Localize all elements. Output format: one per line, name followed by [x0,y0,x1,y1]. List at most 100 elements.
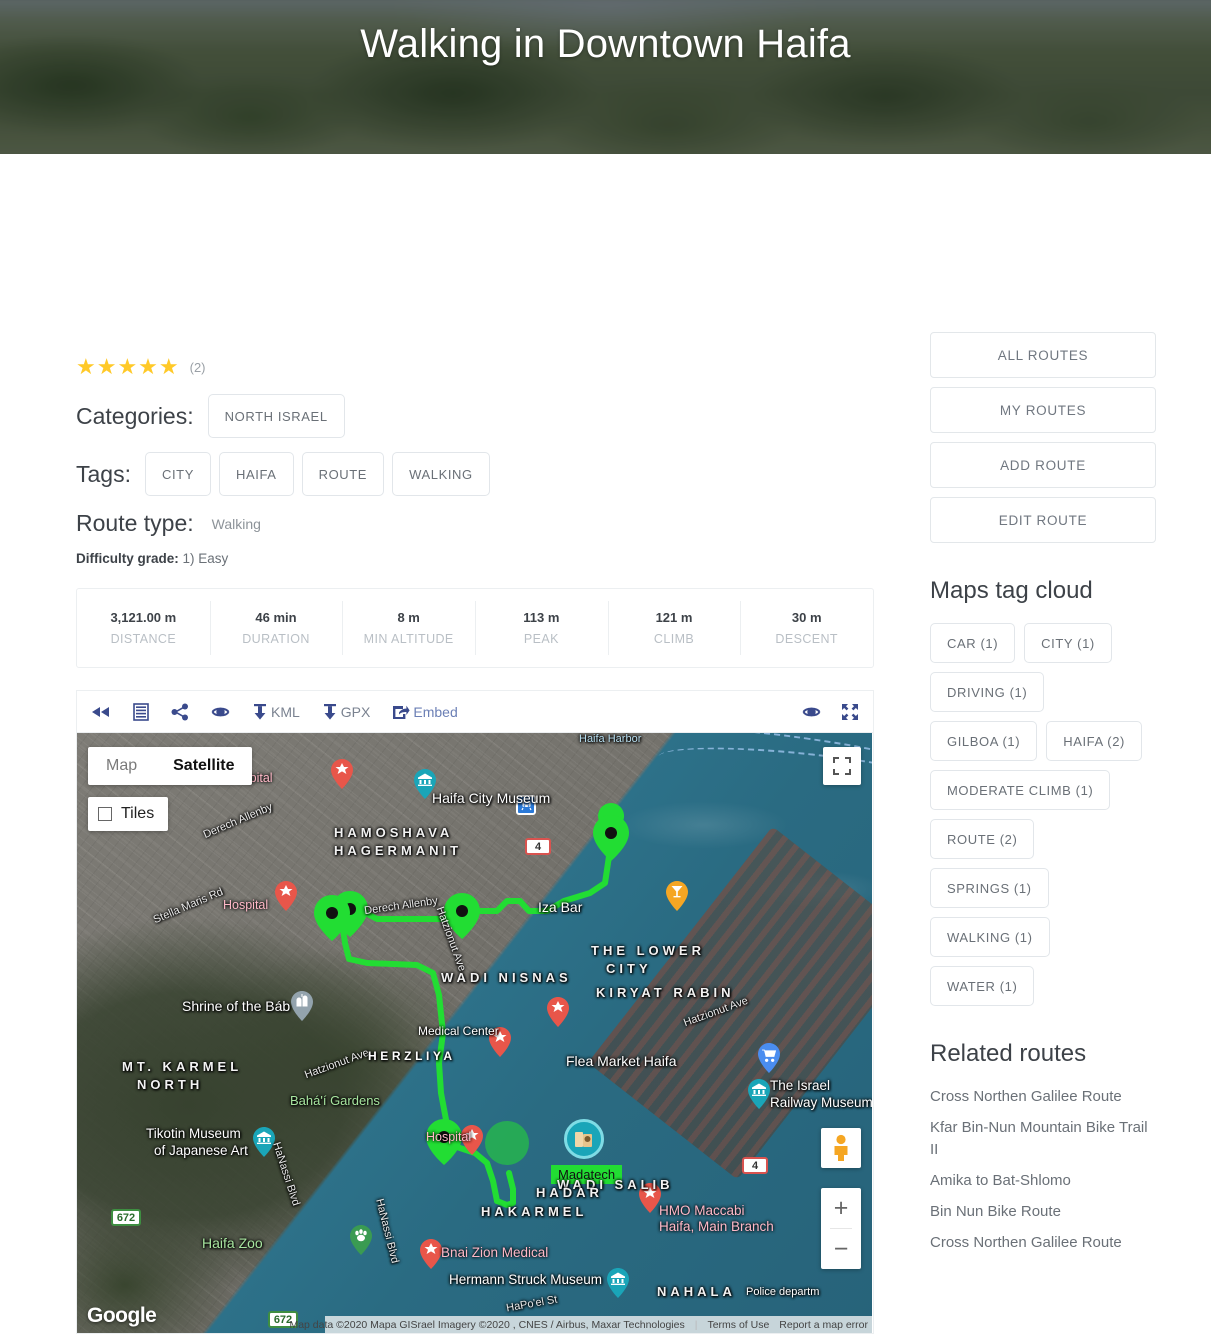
related-route-link[interactable]: Bin Nun Bike Route [930,1201,1156,1222]
stat-descent: 30 m DESCENT [740,589,873,667]
kml-label: KML [271,703,300,720]
rating-count: (2) [189,359,206,375]
stat-label: DISTANCE [110,632,177,646]
stat-value: 8 m [397,610,420,625]
route-stats-bar: 3,121.00 m DISTANCE 46 min DURATION 8 m … [76,588,874,668]
download-gpx-button[interactable]: GPX [322,703,371,721]
tagcloud-chip-water[interactable]: WATER (1) [930,966,1035,1006]
tagcloud-chip-route[interactable]: ROUTE (2) [930,819,1035,859]
related-routes-list: Cross Northen Galilee Route Kfar Bin-Nun… [930,1086,1156,1254]
zoom-out-button[interactable]: − [821,1229,861,1269]
google-watermark: Google [87,1304,157,1327]
tagcloud-chip-haifa[interactable]: HAIFA (2) [1046,721,1142,761]
stat-label: CLIMB [653,632,695,646]
attribution-text: Map data ©2020 Mapa GISrael Imagery ©202… [289,1318,685,1331]
map-icon-madatech-museum[interactable] [564,1119,604,1159]
map-toolbar: KML GPX Embed [77,691,873,733]
map-zoom-control[interactable]: + − [821,1188,861,1269]
stat-distance: 3,121.00 m DISTANCE [77,589,210,667]
train-icon [520,800,532,810]
tagcloud-chip-walking[interactable]: WALKING (1) [930,917,1050,957]
refresh-circle-icon [211,707,230,716]
difficulty-value: 1) Easy [182,551,229,566]
map-type-satellite[interactable]: Satellite [155,747,252,785]
sidebar-button-edit-route[interactable]: EDIT ROUTE [930,497,1156,543]
related-route-link[interactable]: Amika to Bat-Shlomo [930,1170,1156,1191]
map-fullscreen-button[interactable] [823,747,861,785]
map-label-madatech: Madatech [551,1165,623,1184]
map-icon-train-station[interactable] [516,795,536,815]
gpx-label: GPX [340,703,371,720]
list-icon [133,702,149,721]
tagcloud-chip-car[interactable]: CAR (1) [930,623,1016,663]
related-route-link[interactable]: Cross Northen Galilee Route [930,1232,1156,1253]
embed-external-icon [393,705,410,719]
route-type-row: Route type: Walking [76,510,874,537]
tagcloud-chip-city[interactable]: CITY (1) [1024,623,1112,663]
highway-shield-4: 4 [525,838,551,855]
share-button[interactable] [171,703,189,721]
rewind-icon [92,706,109,717]
tagcloud-chip-driving[interactable]: DRIVING (1) [930,672,1045,712]
route-type-label: Route type: [76,510,194,536]
refresh-route-button[interactable] [211,703,230,721]
sidebar-button-my-routes[interactable]: MY ROUTES [930,387,1156,433]
tags-row: Tags: CITY HAIFA ROUTE WALKING [76,452,874,496]
stat-value: 46 min [255,610,297,625]
fullscreen-arrows-icon [842,703,858,720]
expand-map-button[interactable] [841,703,859,721]
sidebar-button-add-route[interactable]: ADD ROUTE [930,442,1156,488]
map-type-control[interactable]: Map Satellite [88,747,253,785]
page-title: Walking in Downtown Haifa [360,22,851,66]
download-icon [254,703,266,720]
download-kml-button[interactable]: KML [252,703,300,721]
report-map-error-link[interactable]: Report a map error [779,1319,868,1331]
refresh-circle-icon [802,707,821,716]
stat-value: 121 m [655,610,693,625]
rating: ★★★★★ (2) [76,354,874,380]
sidebar-button-all-routes[interactable]: ALL ROUTES [930,332,1156,378]
sidebar: ALL ROUTES MY ROUTES ADD ROUTE EDIT ROUT… [930,332,1156,1264]
tagcloud-chip-gilboa[interactable]: GILBOA (1) [930,721,1038,761]
share-icon [171,703,188,720]
tag-chip-walking[interactable]: WALKING [392,452,490,496]
tiles-checkbox[interactable] [98,807,112,821]
category-chip-north-israel[interactable]: NORTH ISRAEL [207,394,345,438]
terms-of-use-link[interactable]: Terms of Use [707,1319,769,1331]
embed-button[interactable]: Embed [392,704,458,720]
tagcloud-chip-moderate-climb[interactable]: MODERATE CLIMB (1) [930,770,1111,810]
tags-label: Tags: [76,460,131,487]
categories-row: Categories: NORTH ISRAEL [76,394,874,438]
street-view-pegman[interactable] [821,1128,861,1168]
tag-chip-haifa[interactable]: HAIFA [219,452,294,496]
related-route-link[interactable]: Cross Northen Galilee Route [930,1086,1156,1107]
fullscreen-corners-icon [833,757,851,775]
tag-chip-route[interactable]: ROUTE [301,452,385,496]
map-viewport[interactable]: Madatech 4 4 672 672 Haifa Harbor Haifa … [77,733,872,1333]
stat-climb: 121 m CLIMB [607,589,741,667]
tagcloud-chip-springs[interactable]: SPRINGS (1) [930,868,1049,908]
tiles-label: Tiles [121,805,155,822]
categories-label: Categories: [76,402,194,429]
highway-shield-4: 4 [742,1157,768,1174]
map-type-map[interactable]: Map [88,747,155,785]
tiles-toggle[interactable]: Tiles [88,797,169,831]
stat-value: 30 m [791,610,822,625]
stat-label: MIN ALTITUDE [363,632,454,646]
tag-chip-city[interactable]: CITY [144,452,211,496]
route-type-value: Walking [211,515,261,532]
list-button[interactable] [133,702,149,721]
attribution-divider: | [694,1318,698,1331]
difficulty-label: Difficulty grade: [76,551,179,566]
stat-min-altitude: 8 m MIN ALTITUDE [342,589,475,667]
stat-peak: 113 m PEAK [475,589,608,667]
highway-shield-672: 672 [111,1209,141,1226]
related-route-link[interactable]: Kfar Bin-Nun Mountain Bike Trail II [930,1117,1156,1160]
stat-label: DURATION [242,632,310,646]
zoom-in-button[interactable]: + [821,1188,861,1228]
pegman-icon [834,1134,848,1161]
reload-map-button[interactable] [802,703,821,721]
tag-cloud-title: Maps tag cloud [930,577,1093,604]
map-card: KML GPX Embed Madatech 4 4 672 672 Haifa… [76,690,874,1334]
rewind-button[interactable] [91,705,111,719]
